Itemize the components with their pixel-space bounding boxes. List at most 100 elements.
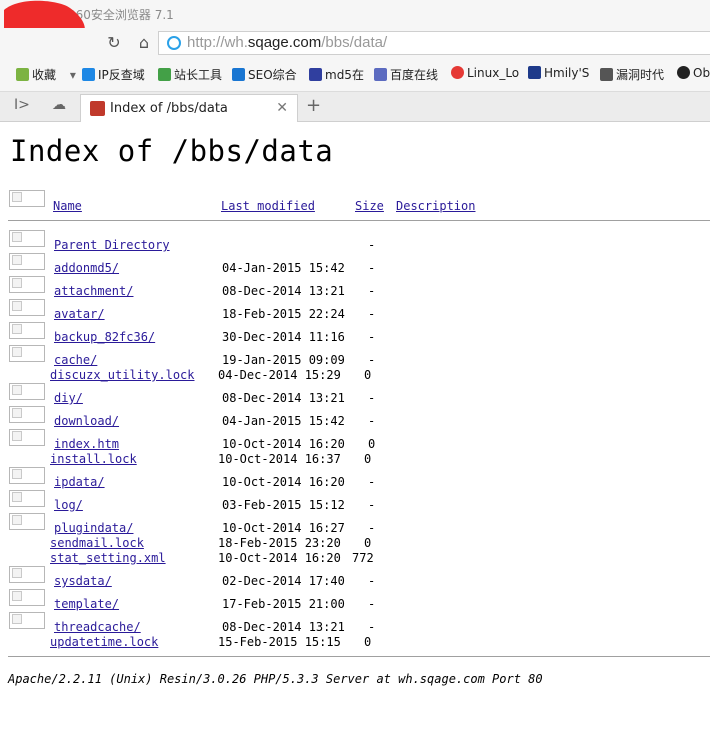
last-modified-cell: 04-Jan-2015 15:42 — [222, 261, 345, 275]
bookmark-webmaster-tools[interactable]: 站长工具 — [158, 66, 222, 83]
folder-icon — [9, 383, 45, 400]
file-link[interactable]: index.htm — [54, 437, 119, 451]
size-cell: - — [368, 261, 376, 275]
size-cell: - — [368, 521, 376, 535]
close-tab-icon[interactable]: ✕ — [276, 100, 288, 116]
file-link[interactable]: template/ — [54, 597, 119, 611]
star-icon — [16, 68, 29, 81]
bookmark-seo[interactable]: SEO综合 — [232, 66, 297, 83]
size-cell: 0 — [364, 368, 372, 382]
tab-bar: I> ☁ Index of /bbs/data ✕ + — [0, 92, 710, 122]
bookmark-favicon-icon — [677, 66, 690, 79]
size-cell: - — [368, 597, 376, 611]
bookmark-baidu-translate[interactable]: 百度在线 — [374, 66, 438, 83]
file-icon — [9, 429, 45, 446]
size-cell: - — [368, 498, 376, 512]
last-modified-cell: 10-Oct-2014 16:27 — [222, 521, 345, 535]
last-modified-cell: 18-Feb-2015 23:20 — [218, 536, 341, 550]
size-cell: - — [368, 284, 376, 298]
size-cell: - — [368, 307, 376, 321]
folder-icon — [9, 253, 45, 270]
bookmark-favorites[interactable]: 收藏 ▾ — [16, 66, 76, 83]
file-link[interactable]: attachment/ — [54, 284, 133, 298]
bookmark-favicon-icon — [451, 66, 464, 79]
last-modified-cell: 10-Oct-2014 16:20 — [222, 437, 345, 451]
file-link[interactable]: sysdata/ — [54, 574, 112, 588]
bookmark-ip-lookup[interactable]: IP反查域 — [82, 66, 145, 83]
last-modified-cell: 19-Jan-2015 09:09 — [222, 353, 345, 367]
file-link[interactable]: avatar/ — [54, 307, 105, 321]
last-modified-cell: 08-Dec-2014 13:21 — [222, 391, 345, 405]
home-icon[interactable]: ⌂ — [134, 33, 154, 53]
folder-icon — [9, 345, 45, 362]
size-cell: 0 — [364, 452, 372, 466]
file-link[interactable]: log/ — [54, 498, 83, 512]
new-tab-button[interactable]: + — [306, 95, 321, 116]
last-modified-cell: 04-Dec-2014 15:29 — [218, 368, 341, 382]
sort-by-description-link[interactable]: Description — [396, 199, 475, 213]
file-link[interactable]: plugindata/ — [54, 521, 133, 535]
bookmark-md5[interactable]: md5在 — [309, 66, 364, 83]
file-link[interactable]: updatetime.lock — [50, 635, 158, 649]
file-link[interactable]: backup_82fc36/ — [54, 330, 155, 344]
last-modified-cell: 10-Oct-2014 16:20 — [222, 475, 345, 489]
bookmark-favicon-icon — [82, 68, 95, 81]
file-link[interactable]: cache/ — [54, 353, 97, 367]
folder-icon — [9, 322, 45, 339]
last-modified-cell: 08-Dec-2014 13:21 — [222, 620, 345, 634]
file-link[interactable]: download/ — [54, 414, 119, 428]
globe-icon — [167, 36, 181, 50]
folder-icon — [9, 589, 45, 606]
sort-by-name-link[interactable]: Name — [53, 199, 82, 213]
file-link[interactable]: threadcache/ — [54, 620, 141, 634]
parent-directory-link[interactable]: Parent Directory — [54, 238, 170, 252]
folder-icon — [9, 612, 45, 629]
address-bar[interactable]: http://wh.sqage.com/bbs/data/ — [158, 31, 710, 55]
bookmark-linux[interactable]: Linux_Lo — [451, 66, 519, 80]
bookmark-vuln-era[interactable]: 漏洞时代 — [600, 66, 664, 83]
folder-icon — [9, 276, 45, 293]
page-heading: Index of /bbs/data — [10, 134, 334, 168]
tab-title: Index of /bbs/data — [110, 101, 228, 116]
size-cell: - — [368, 574, 376, 588]
file-link[interactable]: sendmail.lock — [50, 536, 144, 550]
size-cell: - — [368, 238, 376, 252]
tab-index-of-bbs-data[interactable]: Index of /bbs/data ✕ — [80, 94, 298, 122]
bookmark-ob[interactable]: Ob — [677, 66, 710, 80]
url-text: http://wh.sqage.com/bbs/data/ — [187, 34, 388, 51]
refresh-icon[interactable]: ↻ — [104, 33, 124, 53]
bookmarks-bar: 收藏 ▾ IP反查域 站长工具 SEO综合 md5在 百度在线 Linux_Lo… — [0, 58, 710, 92]
file-link[interactable]: addonmd5/ — [54, 261, 119, 275]
bookmark-favicon-icon — [158, 68, 171, 81]
bookmark-favicon-icon — [232, 68, 245, 81]
sort-by-modified-link[interactable]: Last modified — [221, 199, 315, 213]
sidebar-toggle-icon[interactable]: I> — [14, 97, 30, 113]
folder-icon — [9, 513, 45, 530]
bookmark-hmily[interactable]: Hmily'S — [528, 66, 589, 80]
size-cell: 0 — [368, 437, 376, 451]
last-modified-cell: 17-Feb-2015 21:00 — [222, 597, 345, 611]
folder-icon — [9, 299, 45, 316]
sort-by-size-link[interactable]: Size — [355, 199, 384, 213]
size-cell: - — [368, 414, 376, 428]
last-modified-cell: 18-Feb-2015 22:24 — [222, 307, 345, 321]
last-modified-cell: 04-Jan-2015 15:42 — [222, 414, 345, 428]
cloud-icon[interactable]: ☁ — [52, 97, 66, 113]
bookmark-favicon-icon — [374, 68, 387, 81]
page-content: Index of /bbs/data Name Last modified Si… — [0, 122, 710, 746]
file-link[interactable]: stat_setting.xml — [50, 551, 166, 565]
back-icon — [9, 230, 45, 247]
size-cell: - — [368, 353, 376, 367]
size-cell: 772 — [352, 551, 374, 565]
file-link[interactable]: install.lock — [50, 452, 137, 466]
file-link[interactable]: discuzx_utility.lock — [50, 368, 195, 382]
file-link[interactable]: ipdata/ — [54, 475, 105, 489]
last-modified-cell: 15-Feb-2015 15:15 — [218, 635, 341, 649]
file-link[interactable]: diy/ — [54, 391, 83, 405]
header-divider — [8, 220, 710, 221]
size-cell: - — [368, 391, 376, 405]
bookmark-favicon-icon — [600, 68, 613, 81]
blank-icon — [9, 190, 45, 207]
site-favicon-icon — [90, 101, 105, 116]
size-cell: - — [368, 475, 376, 489]
